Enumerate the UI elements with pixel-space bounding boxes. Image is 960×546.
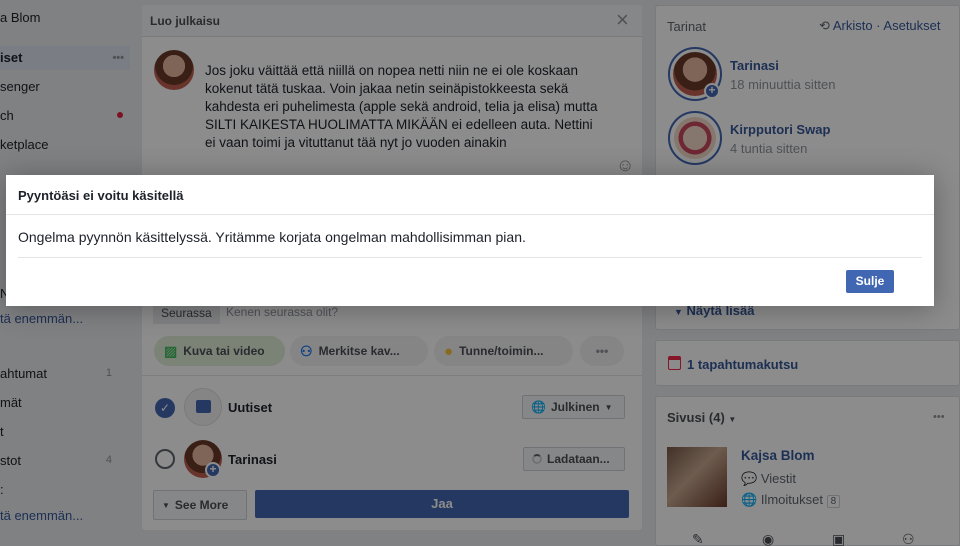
dialog-title: Pyyntöäsi ei voitu käsitellä [18,188,184,203]
close-button[interactable]: Sulje [846,270,894,293]
dialog-message: Ongelma pyynnön käsittelyssä. Yritämme k… [18,229,526,245]
divider [18,257,922,258]
error-dialog: Pyyntöäsi ei voitu käsitellä Ongelma pyy… [6,175,934,306]
divider [6,214,934,215]
